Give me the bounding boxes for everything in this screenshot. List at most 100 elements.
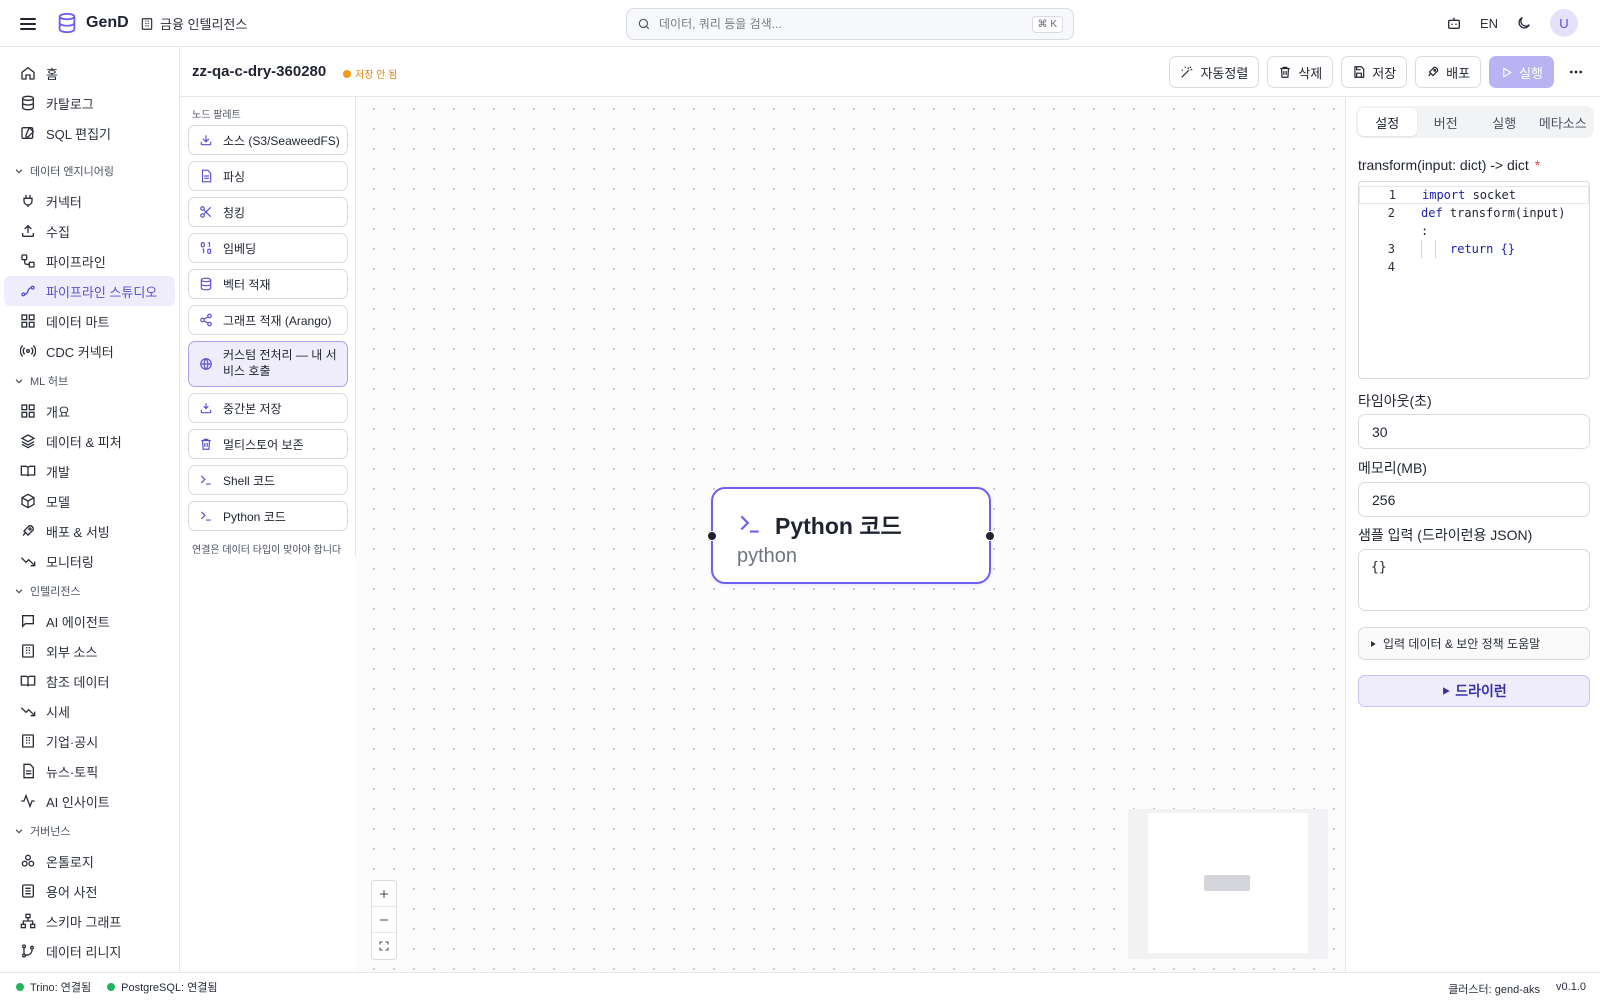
- palette-item-graph-load[interactable]: 그래프 적재 (Arango): [188, 305, 348, 335]
- postgres-status: PostgreSQL: 연결됨: [107, 979, 218, 995]
- sidebar-item-ingest[interactable]: 수집: [4, 216, 175, 246]
- sidebar-section-data-engineering[interactable]: 데이터 엔지니어링: [0, 156, 179, 186]
- app-logo[interactable]: GenD: [56, 12, 129, 34]
- sidebar-item-news-topics[interactable]: 뉴스·토픽: [4, 756, 175, 786]
- delete-button[interactable]: 삭제: [1267, 56, 1334, 88]
- sidebar-item-catalog[interactable]: 카탈로그: [4, 88, 175, 118]
- timeout-input[interactable]: [1358, 414, 1590, 449]
- sidebar-item-monitoring[interactable]: 모니터링: [4, 546, 175, 576]
- palette-item-label: 그래프 적재 (Arango): [223, 313, 332, 328]
- palette-item-vector-load[interactable]: 벡터 적재: [188, 269, 348, 299]
- workflow-icon: [20, 253, 36, 269]
- autolayout-button[interactable]: 자동정렬: [1169, 56, 1260, 88]
- sidebar-item-schema-graph[interactable]: 스키마 그래프: [4, 906, 175, 936]
- code-line-wrap: :: [1359, 222, 1589, 240]
- sidebar-item-label: 데이터 & 피처: [46, 434, 122, 450]
- tab-versions[interactable]: 버전: [1417, 108, 1476, 136]
- language-toggle[interactable]: EN: [1480, 16, 1498, 31]
- palette-item-label: 커스텀 전처리 — 내 서비스 호출: [223, 348, 337, 378]
- sidebar-item-label: 모델: [46, 494, 70, 510]
- palette-item-chunking[interactable]: 청킹: [188, 197, 348, 227]
- pipeline-canvas[interactable]: Python 코드 python: [356, 97, 1345, 972]
- dryrun-button[interactable]: 드라이런: [1358, 675, 1590, 707]
- search-input[interactable]: [659, 17, 1032, 31]
- sidebar-item-external-sources[interactable]: 외부 소스: [4, 636, 175, 666]
- zoom-out-icon[interactable]: [372, 907, 396, 933]
- code-line: 4: [1359, 258, 1589, 276]
- sidebar-item-development[interactable]: 개발: [4, 456, 175, 486]
- sample-input-textarea[interactable]: {}: [1358, 549, 1590, 611]
- sidebar-item-quotes[interactable]: 시세: [4, 696, 175, 726]
- building-icon: [20, 733, 36, 749]
- sidebar-item-ai-insight[interactable]: AI 인사이트: [4, 786, 175, 816]
- node-input-handle[interactable]: [707, 531, 717, 541]
- sidebar-item-data-features[interactable]: 데이터 & 피처: [4, 426, 175, 456]
- menu-icon[interactable]: [16, 12, 40, 36]
- palette-item-parsing[interactable]: 파싱: [188, 161, 348, 191]
- palette-item-source[interactable]: 소스 (S3/SeaweedFS): [188, 125, 348, 155]
- sidebar-item-reference-data[interactable]: 참조 데이터: [4, 666, 175, 696]
- code-editor[interactable]: 1 import socket 2 def transform(input) :…: [1358, 181, 1590, 379]
- security-help-disclosure[interactable]: 입력 데이터 & 보안 정책 도움말: [1358, 627, 1590, 660]
- panel-tabs: 설정 버전 실행 메타소스: [1356, 106, 1594, 138]
- sidebar-item-data-lineage[interactable]: 데이터 리니지: [4, 936, 175, 966]
- tab-runs[interactable]: 실행: [1475, 108, 1534, 136]
- deploy-button[interactable]: 배포: [1415, 56, 1482, 88]
- sidebar-item-overview[interactable]: 개요: [4, 396, 175, 426]
- palette-item-python-code[interactable]: Python 코드: [188, 501, 348, 531]
- sidebar-item-deploy-serving[interactable]: 배포 & 서빙: [4, 516, 175, 546]
- chevron-down-icon: [14, 376, 24, 386]
- palette-item-multistore-retain[interactable]: 멀티스토어 보존: [188, 429, 348, 459]
- workspace-switcher[interactable]: 금융 인텔리전스: [140, 14, 247, 33]
- sidebar-item-ai-agent[interactable]: AI 에이전트: [4, 606, 175, 636]
- sidebar-item-pipeline-studio[interactable]: 파이프라인 스튜디오: [4, 276, 175, 306]
- sidebar-item-models[interactable]: 모델: [4, 486, 175, 516]
- sidebar-section-governance[interactable]: 거버넌스: [0, 816, 179, 846]
- sidebar-item-pipelines[interactable]: 파이프라인: [4, 246, 175, 276]
- deploy-label: 배포: [1446, 65, 1471, 81]
- python-code-node[interactable]: Python 코드 python: [707, 487, 995, 584]
- more-options-icon[interactable]: [1562, 56, 1590, 88]
- palette-item-label: 임베딩: [223, 241, 257, 256]
- sidebar-section-ml-hub[interactable]: ML 허브: [0, 366, 179, 396]
- sidebar-item-ontology[interactable]: 온톨로지: [4, 846, 175, 876]
- sidebar-item-company-filings[interactable]: 기업·공시: [4, 726, 175, 756]
- zoom-in-icon[interactable]: [372, 881, 396, 907]
- sidebar-item-label: 카탈로그: [46, 96, 94, 112]
- palette-title: 노드 팔레트: [192, 110, 241, 121]
- molecule-icon: [20, 853, 36, 869]
- postgres-status-label: PostgreSQL: 연결됨: [121, 981, 218, 994]
- zoom-controls: [371, 880, 397, 960]
- fit-view-icon[interactable]: [372, 933, 396, 959]
- palette-item-shell-code[interactable]: Shell 코드: [188, 465, 348, 495]
- global-search[interactable]: ⌘ K: [626, 8, 1074, 40]
- moon-icon[interactable]: [1516, 15, 1532, 31]
- sidebar-item-sql-editor[interactable]: SQL 편집기: [4, 118, 175, 148]
- run-button[interactable]: 실행: [1489, 56, 1554, 88]
- minimap-viewport: [1148, 813, 1308, 953]
- node-output-handle[interactable]: [985, 531, 995, 541]
- sidebar-section-intelligence[interactable]: 인텔리전스: [0, 576, 179, 606]
- node-palette: 노드 팔레트 소스 (S3/SeaweedFS) 파싱 청킹 임베딩 벡터 적재…: [180, 97, 356, 557]
- sidebar-item-data-mart[interactable]: 데이터 마트: [4, 306, 175, 336]
- memory-input[interactable]: [1358, 482, 1590, 517]
- palette-item-embedding[interactable]: 임베딩: [188, 233, 348, 263]
- avatar[interactable]: U: [1550, 9, 1578, 37]
- sidebar-item-cdc-connector[interactable]: CDC 커넥터: [4, 336, 175, 366]
- save-button[interactable]: 저장: [1341, 56, 1408, 88]
- tab-meta-source[interactable]: 메타소스: [1534, 108, 1593, 136]
- tab-settings[interactable]: 설정: [1358, 108, 1417, 136]
- code-rest: transform(input): [1442, 206, 1566, 220]
- minimap[interactable]: [1128, 809, 1328, 959]
- sidebar-item-label: 데이터 리니지: [46, 944, 122, 960]
- sidebar-item-glossary[interactable]: 용어 사전: [4, 876, 175, 906]
- bot-icon[interactable]: [1446, 15, 1462, 31]
- sidebar-item-home[interactable]: 홈: [4, 58, 175, 88]
- edit-icon: [20, 125, 36, 141]
- pipeline-name[interactable]: zz-qa-c-dry-360280: [192, 63, 326, 80]
- sidebar-item-connectors[interactable]: 커넥터: [4, 186, 175, 216]
- palette-item-custom-preprocess[interactable]: 커스텀 전처리 — 내 서비스 호출: [188, 341, 348, 387]
- palette-item-intermediate-save[interactable]: 중간본 저장: [188, 393, 348, 423]
- sidebar-item-label: SQL 편집기: [46, 126, 112, 142]
- sidebar-item-label: 커넥터: [46, 194, 82, 210]
